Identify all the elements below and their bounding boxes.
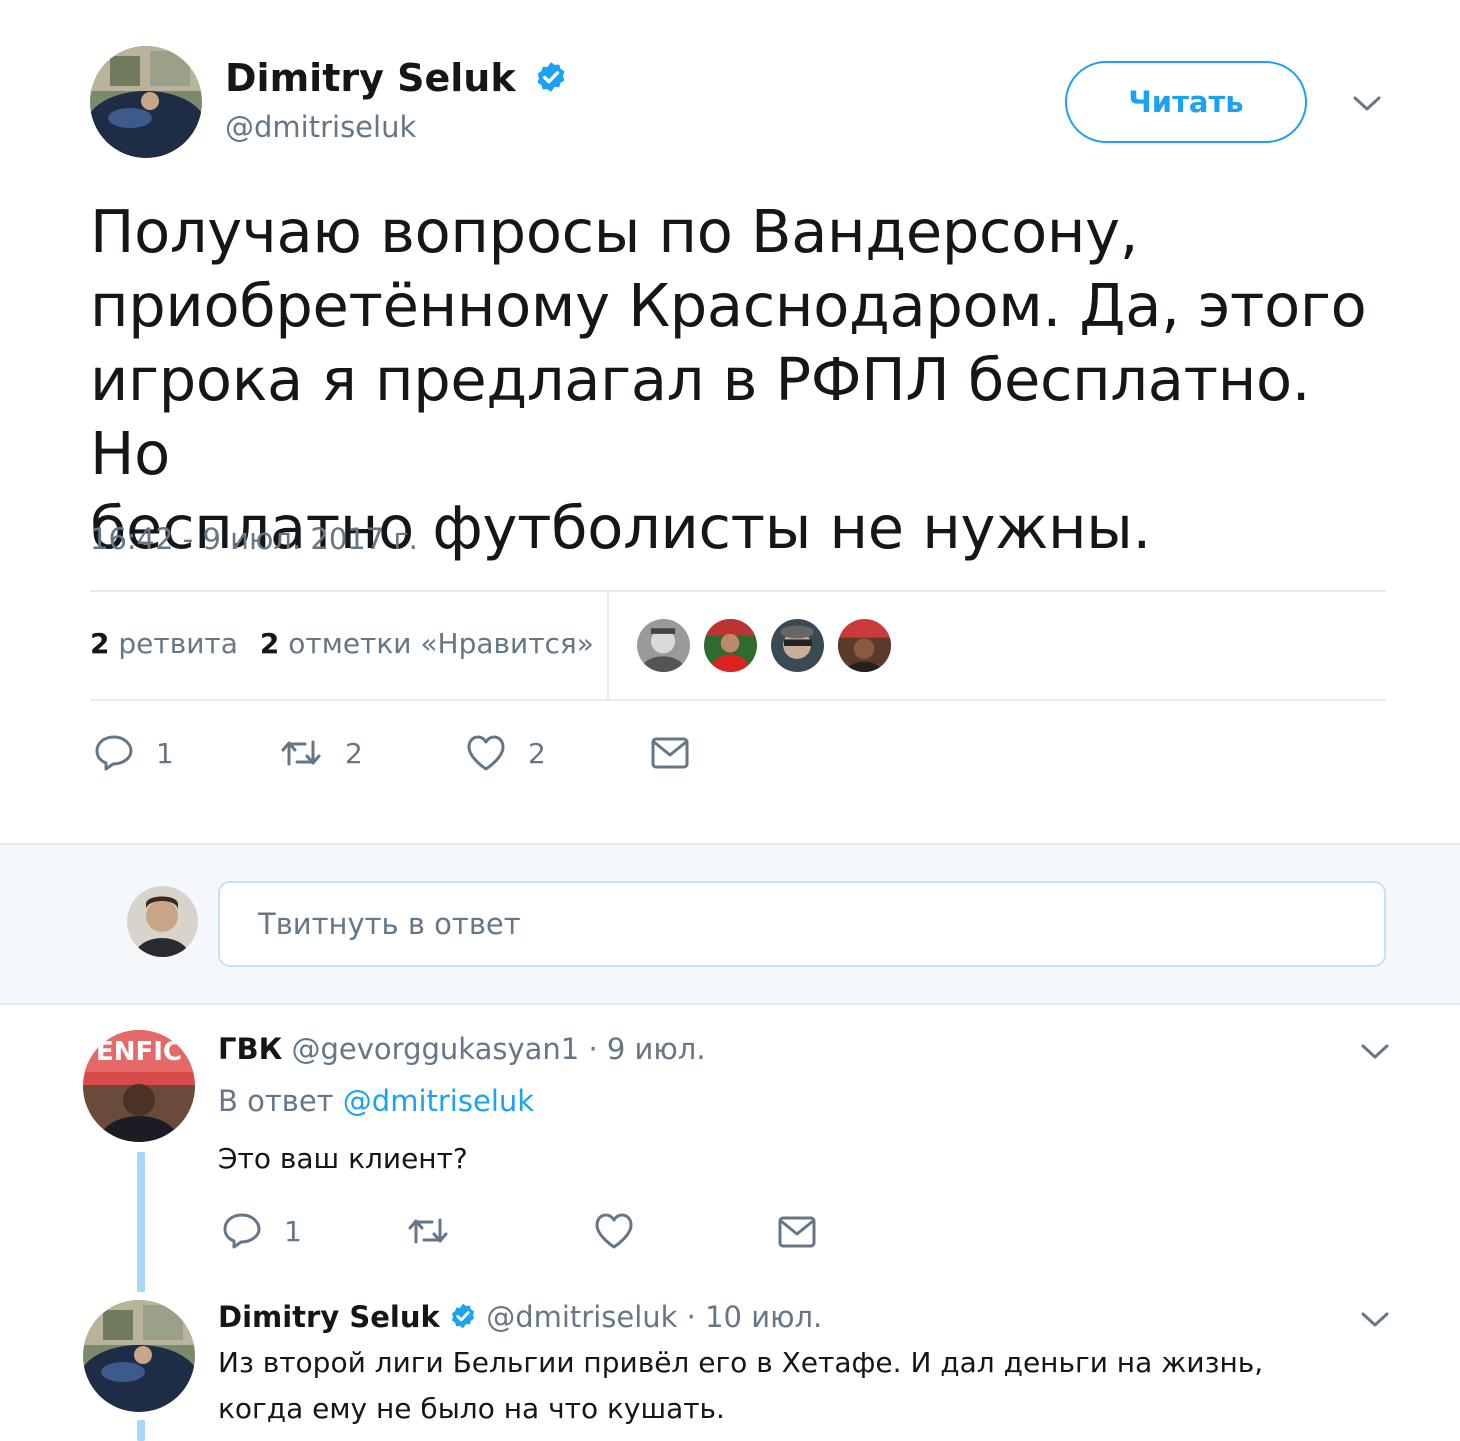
like-count: 2 [528,736,546,770]
verified-badge-icon [449,1302,477,1337]
liker-avatar[interactable] [702,617,759,674]
reply-date[interactable]: · 9 июл. [588,1032,705,1066]
retweet-action[interactable] [406,1212,450,1250]
tweet-stats: 2 ретвита 2 отметки «Нравится» [90,627,594,660]
like-action[interactable]: 2 [466,734,546,772]
reply-count: 1 [284,1214,302,1248]
reply-icon [95,735,133,771]
thread-line [137,1152,145,1292]
author-name[interactable]: Dimitry Seluk [225,56,516,100]
liker-avatar[interactable] [635,617,692,674]
reply-text-line: Из второй лиги Бельгии привёл его в Хета… [218,1346,1264,1379]
reply-count: 1 [156,736,174,770]
reply-action[interactable]: 1 [222,1212,302,1250]
like-action[interactable] [594,1212,634,1250]
reply-author-name[interactable]: ГВК [218,1032,282,1066]
reply-date[interactable]: · 10 июл. [687,1300,823,1334]
in-reply-to-label: В ответ [218,1084,334,1118]
thread-line [137,1420,145,1441]
reply-text-line: когда ему не было на что кушать. [218,1392,725,1425]
chevron-down-icon[interactable] [1360,1042,1390,1066]
retweet-icon [281,740,321,766]
verified-badge-icon [534,59,568,103]
chevron-down-icon[interactable] [1360,1310,1390,1334]
divider [90,590,1386,592]
heart-icon [467,735,505,771]
liker-avatar[interactable] [769,617,826,674]
tweet-text-line: игрока я предлагал в РФПЛ бесплатно. Но [90,345,1311,488]
retweets-stat[interactable]: 2 ретвита [90,627,238,660]
reply-text: Это ваш клиент? [218,1142,468,1175]
author-handle[interactable]: @dmitriseluk [225,110,416,144]
reply-author-handle[interactable]: @dmitriseluk [486,1300,677,1334]
reply-icon [223,1213,261,1249]
reply-input[interactable]: Твитнуть в ответ [218,881,1386,967]
tweet-text-line: приобретённому Краснодаром. Да, этого [90,271,1367,340]
likes-stat[interactable]: 2 отметки «Нравится» [260,627,594,660]
reply-action[interactable]: 1 [94,734,174,772]
reply-author-avatar[interactable]: ENFIC [83,1030,195,1142]
follow-button[interactable]: Читать [1065,61,1307,143]
reply-author-handle[interactable]: @gevorggukasyan1 [292,1032,580,1066]
avatar-banner-text: ENFIC [96,1037,182,1067]
retweet-action[interactable]: 2 [279,734,363,772]
in-reply-to-link[interactable]: @dmitriseluk [343,1084,534,1118]
author-avatar[interactable] [90,46,202,158]
heart-icon [595,1213,633,1249]
current-user-avatar[interactable] [127,886,198,957]
reply-author-avatar[interactable] [83,1300,195,1412]
dm-action[interactable] [778,1215,816,1249]
divider [90,699,1386,701]
tweet-text-line: Получаю вопросы по Вандерсону, [90,197,1139,266]
retweet-count: 2 [345,736,363,770]
chevron-down-icon[interactable] [1352,94,1382,118]
tweet-text: Получаю вопросы по Вандерсону, приобретё… [90,195,1390,565]
liker-avatar[interactable] [836,617,893,674]
reply-text: Из второй лиги Бельгии привёл его в Хета… [218,1340,1398,1432]
reply-author-name[interactable]: Dimitry Seluk [218,1300,440,1334]
dm-action[interactable] [651,736,689,770]
tweet-timestamp[interactable]: 16:42 - 9 июл. 2017 г. [90,522,418,556]
envelope-icon [778,1216,816,1248]
envelope-icon [651,737,689,769]
retweet-icon [408,1218,448,1244]
stats-separator [607,592,609,700]
